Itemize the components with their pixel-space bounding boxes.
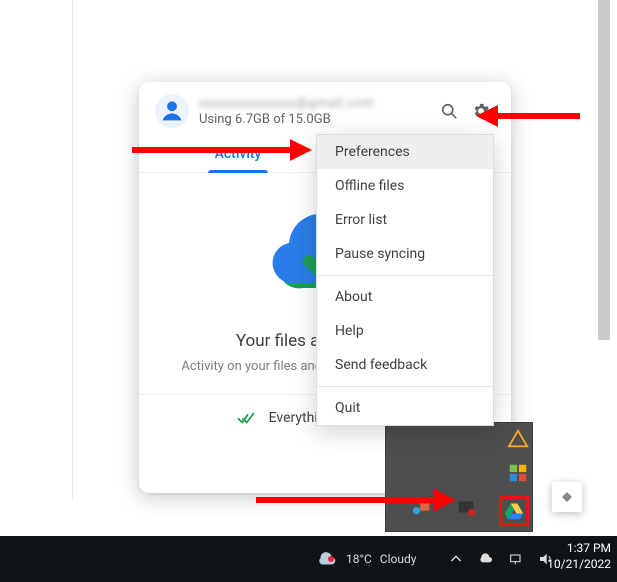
menu-error-list[interactable]: Error list <box>317 203 493 237</box>
window-grip[interactable] <box>552 482 582 512</box>
tray-chevron[interactable] <box>448 551 464 567</box>
user-icon <box>158 97 186 125</box>
weather-temp: 18°C <box>346 552 372 566</box>
avatar[interactable] <box>155 94 189 128</box>
clock-time: 1:37 PM <box>547 540 611 556</box>
system-tray-flyout <box>385 422 533 532</box>
menu-about[interactable]: About <box>317 280 493 314</box>
taskbar-clock[interactable]: 1:37 PM 10/21/2022 <box>547 540 611 572</box>
menu-separator <box>317 275 493 276</box>
panel-header: xxxxxxxxxxxxxx@gmail.com Using 6.7GB of … <box>139 82 511 136</box>
network-icon <box>508 551 524 567</box>
cloud-icon <box>478 551 494 567</box>
weather-cloud-icon <box>316 548 338 570</box>
double-check-icon <box>237 409 255 427</box>
network-tray[interactable] <box>508 551 524 567</box>
grip-icon <box>560 490 574 504</box>
menu-separator <box>317 386 493 387</box>
tray-drive-icon-highlighted[interactable] <box>499 496 529 526</box>
taskbar-weather[interactable]: 18°C Cloudy <box>316 536 416 582</box>
tray-app-icon-1[interactable] <box>507 428 529 450</box>
windows-taskbar[interactable]: 18°C Cloudy 1:37 PM 10/21/2022 <box>0 536 617 582</box>
scrollbar[interactable] <box>598 0 610 340</box>
taskbar-status-icons <box>448 536 554 582</box>
account-email: xxxxxxxxxxxxxx@gmail.com <box>199 96 433 111</box>
onedrive-tray[interactable] <box>478 551 494 567</box>
windows-security-icon <box>507 462 529 484</box>
menu-send-feedback[interactable]: Send feedback <box>317 348 493 382</box>
chevron-up-icon <box>448 551 464 567</box>
settings-menu: Preferences Offline files Error list Pau… <box>316 134 494 426</box>
tray-security-icon[interactable] <box>507 462 529 484</box>
annotation-arrow-tray <box>256 488 456 512</box>
page-rule <box>72 0 73 500</box>
search-icon <box>439 101 459 121</box>
menu-preferences[interactable]: Preferences <box>317 135 493 169</box>
tray-app-icon-4[interactable] <box>455 496 477 518</box>
storage-usage: Using 6.7GB of 15.0GB <box>199 112 433 127</box>
account-info: xxxxxxxxxxxxxx@gmail.com Using 6.7GB of … <box>199 96 433 127</box>
menu-help[interactable]: Help <box>317 314 493 348</box>
annotation-arrow-preferences <box>132 138 312 162</box>
weather-condition: Cloudy <box>380 552 417 566</box>
search-button[interactable] <box>433 95 465 127</box>
generic-tray-icon <box>455 496 477 518</box>
menu-offline-files[interactable]: Offline files <box>317 169 493 203</box>
google-drive-icon <box>504 501 524 521</box>
notification-dot <box>328 556 334 562</box>
clock-date: 10/21/2022 <box>547 556 611 572</box>
annotation-arrow-gear <box>476 104 580 128</box>
triangle-icon <box>507 428 529 450</box>
menu-pause-syncing[interactable]: Pause syncing <box>317 237 493 271</box>
menu-quit[interactable]: Quit <box>317 391 493 425</box>
